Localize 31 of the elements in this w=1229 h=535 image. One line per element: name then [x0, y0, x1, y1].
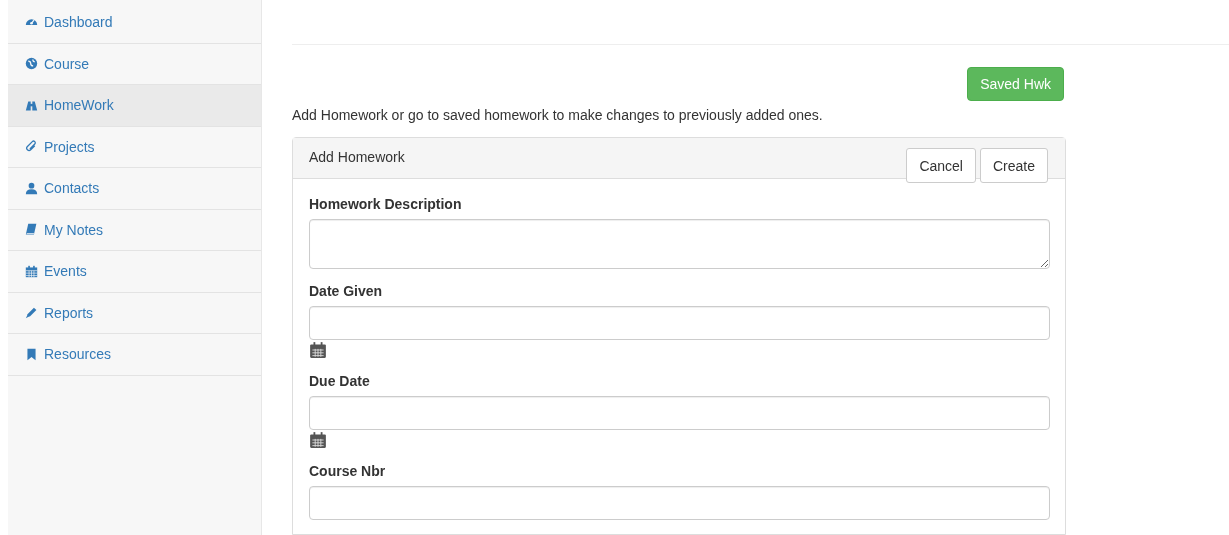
intro-text: Add Homework or go to saved homework to make changes to previously added ones. — [292, 106, 824, 125]
sidebar-item[interactable]: Contacts — [8, 168, 261, 210]
saved-homework-button[interactable]: Saved Hwk — [967, 67, 1064, 101]
sidebar-item[interactable]: HomeWork — [8, 85, 261, 127]
sidebar-item[interactable]: Projects — [8, 126, 261, 168]
date-field[interactable] — [309, 306, 1050, 340]
sidebar-item[interactable]: Events — [8, 251, 261, 293]
text-area[interactable] — [309, 219, 1050, 269]
field-label: Homework Description — [309, 196, 463, 212]
sidebar-item[interactable]: Dashboard — [8, 2, 261, 44]
book-icon — [25, 223, 38, 237]
sidebar-item[interactable]: My Notes — [8, 209, 261, 251]
globe-icon — [25, 57, 38, 71]
paperclip-icon — [25, 140, 38, 154]
panel-title: Add Homework — [309, 149, 405, 165]
date-field[interactable] — [309, 396, 1050, 430]
field-label: Due Date — [309, 373, 371, 389]
calendar-icon — [25, 264, 38, 278]
bookmark-icon — [25, 347, 38, 361]
calendar-icon[interactable] — [309, 431, 327, 449]
cancel-button[interactable]: Cancel — [906, 148, 976, 183]
sidebar-item[interactable]: Reports — [8, 292, 261, 334]
user-icon — [25, 181, 38, 195]
pencil-icon — [25, 306, 38, 320]
binoculars-icon — [25, 98, 38, 112]
field-label: Course Nbr — [309, 463, 387, 479]
input-field[interactable] — [309, 486, 1050, 520]
calendar-icon[interactable] — [309, 341, 327, 359]
create-button[interactable]: Create — [979, 148, 1048, 183]
sidebar-item[interactable]: Resources — [8, 334, 261, 376]
field-label: Date Given — [309, 283, 384, 299]
